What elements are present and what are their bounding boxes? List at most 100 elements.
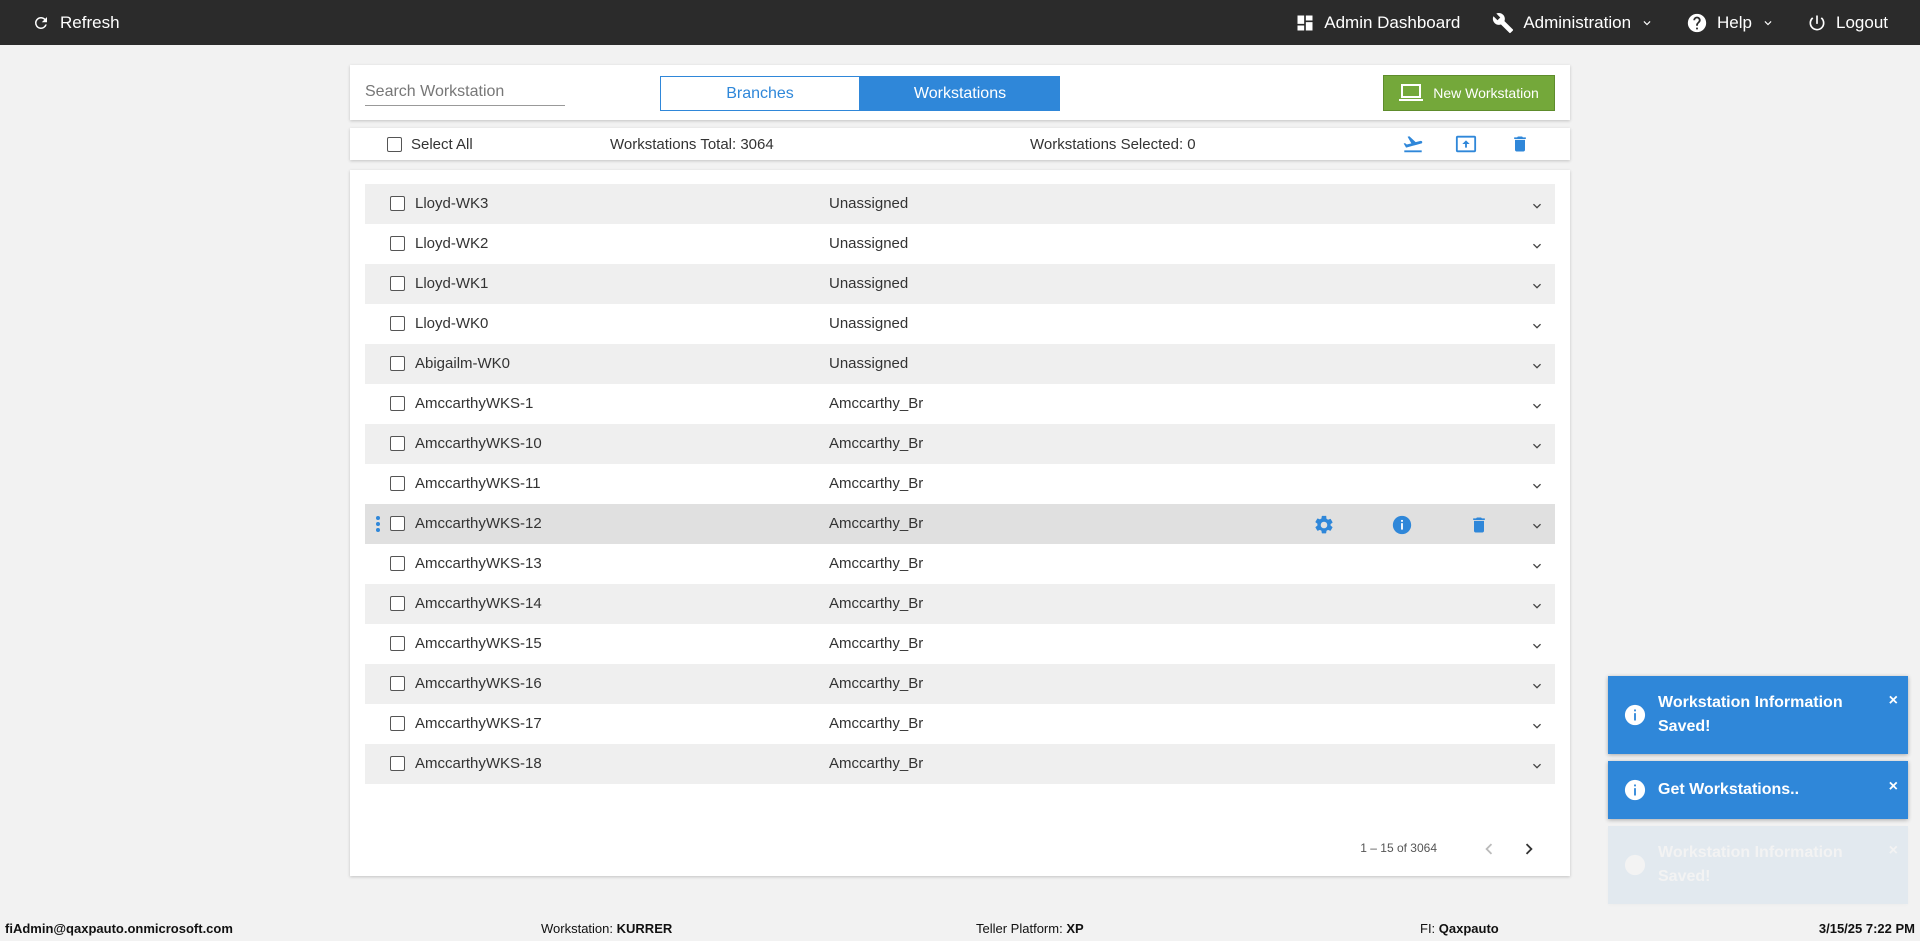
row-checkbox[interactable] <box>390 316 405 331</box>
workstations-selected: Workstations Selected: 0 <box>1030 136 1196 153</box>
admin-dashboard-link[interactable]: Admin Dashboard <box>1279 0 1476 45</box>
chevron-right-icon <box>1525 843 1533 855</box>
tab-branches[interactable]: Branches <box>660 76 860 111</box>
table-row[interactable]: AmccarthyWKS-17 Amccarthy_Br <box>365 704 1555 744</box>
row-checkbox[interactable] <box>390 396 405 411</box>
table-row[interactable]: Lloyd-WK1 Unassigned <box>365 264 1555 304</box>
row-checkbox[interactable] <box>390 196 405 211</box>
row-checkbox[interactable] <box>390 516 405 531</box>
row-checkbox[interactable] <box>390 636 405 651</box>
chevron-down-icon[interactable] <box>1529 718 1545 738</box>
row-checkbox[interactable] <box>390 236 405 251</box>
select-all[interactable]: Select All <box>387 136 473 153</box>
row-checkbox[interactable] <box>390 276 405 291</box>
laptop-icon <box>1399 84 1424 101</box>
settings-button[interactable] <box>1313 514 1335 540</box>
close-icon[interactable]: × <box>1889 842 1898 860</box>
workstation-list-card: Lloyd-WK3 Unassigned Lloyd-WK2 Unassigned Ll… <box>350 170 1570 876</box>
chevron-down-icon[interactable] <box>1529 238 1545 258</box>
select-all-label: Select All <box>411 136 473 153</box>
workstation-status-value: KURRER <box>616 921 673 936</box>
workstation-name: Lloyd-WK3 <box>415 195 489 212</box>
search-workstation-input[interactable] <box>365 78 565 106</box>
workstation-list: Lloyd-WK3 Unassigned Lloyd-WK2 Unassigned Ll… <box>365 184 1555 784</box>
table-row[interactable]: AmccarthyWKS-16 Amccarthy_Br <box>365 664 1555 704</box>
teller-platform-value: XP <box>1066 921 1084 936</box>
chevron-down-icon[interactable] <box>1529 678 1545 698</box>
table-row[interactable]: AmccarthyWKS-15 Amccarthy_Br <box>365 624 1555 664</box>
table-row[interactable]: Lloyd-WK2 Unassigned <box>365 224 1555 264</box>
workstation-branch: Unassigned <box>829 195 909 212</box>
tab-workstations[interactable]: Workstations <box>860 76 1060 111</box>
workstation-name: AmccarthyWKS-14 <box>415 595 542 612</box>
workstation-name: Lloyd-WK1 <box>415 275 489 292</box>
row-checkbox[interactable] <box>390 556 405 571</box>
logout-button[interactable]: Logout <box>1791 0 1920 45</box>
row-checkbox[interactable] <box>390 436 405 451</box>
row-checkbox[interactable] <box>390 596 405 611</box>
workstation-header-card: Branches Workstations New Workstation <box>350 65 1570 120</box>
chevron-down-icon[interactable] <box>1529 558 1545 578</box>
delete-row-button[interactable] <box>1469 514 1489 540</box>
row-checkbox[interactable] <box>390 716 405 731</box>
workstation-name: AmccarthyWKS-15 <box>415 635 542 652</box>
close-icon[interactable]: × <box>1889 692 1898 710</box>
previous-page-button[interactable] <box>1478 838 1500 865</box>
table-row[interactable]: Abigailm-WK0 Unassigned <box>365 344 1555 384</box>
table-row[interactable]: AmccarthyWKS-14 Amccarthy_Br <box>365 584 1555 624</box>
drag-handle-icon[interactable] <box>375 515 381 537</box>
table-row[interactable]: AmccarthyWKS-12 Amccarthy_Br <box>365 504 1555 544</box>
row-checkbox[interactable] <box>390 476 405 491</box>
delete-selected-button[interactable] <box>1510 133 1530 159</box>
table-row[interactable]: Lloyd-WK3 Unassigned <box>365 184 1555 224</box>
chevron-down-icon[interactable] <box>1529 318 1545 338</box>
chevron-down-icon[interactable] <box>1529 198 1545 218</box>
info-icon <box>1624 704 1646 726</box>
logout-label: Logout <box>1836 12 1888 32</box>
upload-button[interactable] <box>1454 133 1478 159</box>
transfer-button[interactable] <box>1402 133 1424 159</box>
table-row[interactable]: AmccarthyWKS-11 Amccarthy_Br <box>365 464 1555 504</box>
refresh-icon <box>34 16 47 29</box>
chevron-down-icon[interactable] <box>1529 438 1545 458</box>
workstation-name: AmccarthyWKS-17 <box>415 715 542 732</box>
workstation-branch: Amccarthy_Br <box>829 515 924 532</box>
chevron-down-icon[interactable] <box>1529 758 1545 778</box>
workstation-branch: Amccarthy_Br <box>829 635 924 652</box>
datetime: 3/15/25 7:22 PM <box>1818 921 1915 936</box>
chevron-down-icon <box>1643 20 1651 25</box>
workstation-branch: Amccarthy_Br <box>829 395 924 412</box>
refresh-button[interactable]: Refresh <box>32 0 120 45</box>
table-row[interactable]: AmccarthyWKS-10 Amccarthy_Br <box>365 424 1555 464</box>
table-row[interactable]: Lloyd-WK0 Unassigned <box>365 304 1555 344</box>
table-row[interactable]: AmccarthyWKS-1 Amccarthy_Br <box>365 384 1555 424</box>
info-button[interactable] <box>1391 514 1413 540</box>
row-checkbox[interactable] <box>390 676 405 691</box>
administration-menu[interactable]: Administration <box>1476 0 1670 45</box>
help-menu[interactable]: Help <box>1670 0 1791 45</box>
chevron-down-icon[interactable] <box>1529 358 1545 378</box>
chevron-down-icon[interactable] <box>1529 478 1545 498</box>
new-workstation-button[interactable]: New Workstation <box>1383 75 1555 111</box>
select-all-checkbox[interactable] <box>387 137 402 152</box>
chevron-down-icon[interactable] <box>1529 598 1545 618</box>
workstation-branch: Unassigned <box>829 315 909 332</box>
help-label: Help <box>1717 12 1752 32</box>
chevron-down-icon[interactable] <box>1529 278 1545 298</box>
table-row[interactable]: AmccarthyWKS-18 Amccarthy_Br <box>365 744 1555 784</box>
upload-icon <box>1455 135 1477 153</box>
row-checkbox[interactable] <box>390 756 405 771</box>
info-icon <box>1624 779 1646 801</box>
fi-label: FI: <box>1420 921 1436 936</box>
chevron-down-icon[interactable] <box>1529 398 1545 418</box>
close-icon[interactable]: × <box>1889 778 1898 796</box>
table-row[interactable]: AmccarthyWKS-13 Amccarthy_Br <box>365 544 1555 584</box>
chevron-down-icon[interactable] <box>1529 638 1545 658</box>
workstation-branch: Amccarthy_Br <box>829 475 924 492</box>
admin-dashboard-label: Admin Dashboard <box>1324 12 1461 32</box>
chevron-down-icon[interactable] <box>1529 518 1545 538</box>
row-checkbox[interactable] <box>390 356 405 371</box>
next-page-button[interactable] <box>1518 838 1540 865</box>
view-tabs: Branches Workstations <box>660 76 1060 111</box>
toast-saved-fading: Workstation Information Saved! × <box>1608 826 1908 904</box>
